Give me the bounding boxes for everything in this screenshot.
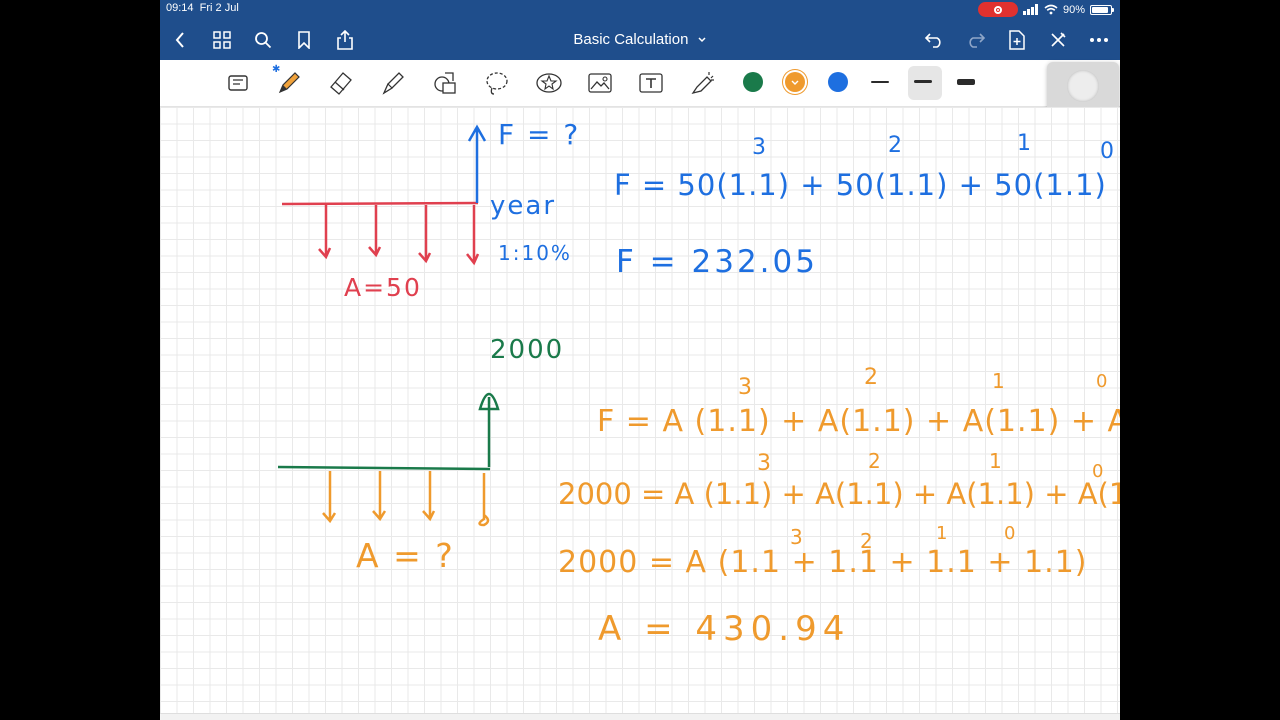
pen-close-icon — [1051, 32, 1066, 47]
stroke-thick-button[interactable] — [957, 79, 975, 85]
lasso-select-button[interactable] — [482, 68, 512, 98]
zoom-lens-icon — [1067, 70, 1099, 102]
chevron-down-icon — [791, 80, 799, 85]
exponent-1: 1 — [1017, 131, 1033, 156]
axis-label-year: year — [490, 191, 557, 221]
close-toolbar-button[interactable] — [1045, 27, 1071, 53]
battery-percent: 90% — [1062, 3, 1085, 16]
drawing-toolbar: ✱ — [160, 60, 1120, 107]
eq2-exponent-3: 3 — [757, 451, 773, 476]
eq3-exponent-0: 0 — [1004, 523, 1018, 544]
laser-pointer-icon — [691, 72, 714, 95]
pen-tool-button[interactable]: ✱ — [272, 64, 304, 98]
highlighter-tool-button[interactable] — [378, 68, 408, 98]
future-value-2000: 2000 — [490, 335, 565, 365]
color-green-swatch[interactable] — [743, 72, 763, 92]
add-page-button[interactable] — [1004, 27, 1030, 53]
text-icon — [639, 73, 663, 93]
eq1-exponent-2: 2 — [864, 365, 880, 390]
image-tool-button[interactable] — [585, 68, 615, 98]
status-time: 09:14 Fri 2 Jul — [166, 2, 239, 14]
stroke-thin-button[interactable] — [871, 81, 889, 83]
exponent-3: 3 — [752, 135, 768, 160]
laser-pointer-button[interactable] — [688, 68, 718, 98]
color-orange-swatch[interactable] — [785, 72, 805, 92]
annuity-payment-label: A=50 — [344, 273, 422, 302]
page-bottom-edge — [160, 713, 1120, 720]
eraser-icon — [330, 72, 352, 95]
eq1-exponent-0: 0 — [1096, 371, 1110, 392]
shapes-icon — [434, 72, 456, 94]
stroke-medium-button[interactable] — [914, 80, 932, 83]
ipad-screen: 09:14 Fri 2 Jul 90% Basic Calculation ✱ … — [160, 0, 1120, 720]
add-page-icon — [1009, 30, 1025, 50]
document-title: Basic Calculation — [573, 31, 689, 48]
future-value-equation: F = 50(1.1) + 50(1.1) + 50(1.1) + 50(1.1… — [614, 168, 1120, 202]
status-time-value: 09:14 — [166, 2, 194, 14]
undo-button[interactable] — [921, 27, 947, 53]
exponent-2: 2 — [888, 133, 904, 158]
eraser-tool-button[interactable] — [326, 68, 356, 98]
annuity-equation-1: F = A (1.1) + A(1.1) + A(1.1) + A(1.1) — [597, 404, 1120, 439]
eq1-exponent-1: 1 — [992, 369, 1007, 393]
lasso-tool-button[interactable] — [223, 68, 253, 98]
lasso-select-icon — [486, 72, 508, 95]
navigation-bar: 09:14 Fri 2 Jul 90% Basic Calculation — [160, 0, 1120, 60]
status-indicators: 90% — [977, 2, 1114, 17]
image-icon — [588, 73, 612, 93]
future-value-label: F = ? — [498, 118, 581, 151]
eq3-exponent-1: 1 — [936, 523, 950, 544]
undo-icon — [924, 33, 941, 48]
bluetooth-icon: ✱ — [272, 64, 281, 75]
shapes-tool-button[interactable] — [430, 68, 460, 98]
annuity-result: A = 430.94 — [598, 609, 851, 649]
color-blue-swatch[interactable] — [828, 72, 848, 92]
stroke-selected-highlight — [908, 66, 942, 100]
ellipsis-icon — [1090, 38, 1108, 42]
text-tool-button[interactable] — [636, 68, 666, 98]
interest-rate-label: 1:10% — [498, 241, 572, 265]
wifi-icon — [1044, 4, 1058, 15]
battery-icon — [1090, 4, 1114, 15]
redo-button[interactable] — [963, 27, 989, 53]
status-date-value: Fri 2 Jul — [199, 2, 239, 14]
note-canvas[interactable]: F = ? year 1:10% A=50 3 2 1 0 F = 50(1.1… — [160, 107, 1120, 713]
sticker-tool-button[interactable] — [534, 68, 564, 98]
screen-recording-indicator[interactable] — [977, 2, 1018, 17]
cellular-signal-icon — [1022, 4, 1038, 15]
sticker-icon — [536, 73, 562, 93]
annuity-equation-3: 2000 = A (1.1 + 1.1 + 1.1 + 1.1) — [558, 545, 1088, 580]
bottom-cashflow-diagram — [277, 392, 500, 527]
eq3-exponent-3: 3 — [790, 525, 805, 549]
chevron-down-icon — [698, 37, 706, 43]
annuity-equation-2: 2000 = A (1.1) + A(1.1) + A(1.1) + A(1.1… — [558, 477, 1120, 511]
record-icon — [993, 5, 1002, 14]
unknown-payment-label: A = ? — [356, 536, 455, 575]
battery-fill — [1092, 6, 1109, 13]
exponent-0: 0 — [1100, 139, 1116, 164]
more-button[interactable] — [1086, 27, 1112, 53]
redo-icon — [969, 33, 986, 48]
eq2-exponent-1: 1 — [989, 449, 1004, 473]
lasso-icon — [228, 75, 248, 91]
future-value-result: F = 232.05 — [616, 244, 818, 280]
highlighter-icon — [382, 72, 404, 95]
eq2-exponent-2: 2 — [868, 449, 883, 473]
eq1-exponent-3: 3 — [738, 375, 754, 400]
